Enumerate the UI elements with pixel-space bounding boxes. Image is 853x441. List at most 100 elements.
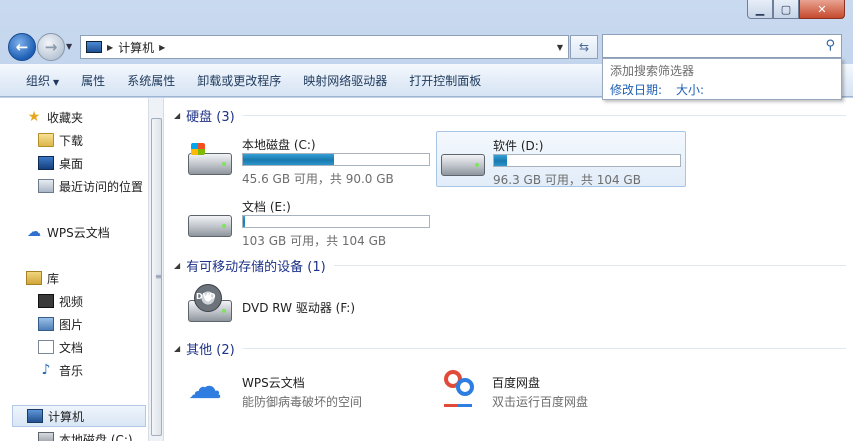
sidebar-item-computer[interactable]: 计算机: [12, 405, 146, 427]
group-hard-disks[interactable]: ◢ 硬盘 (3): [174, 106, 846, 125]
drive-space-info: 96.3 GB 可用，共 104 GB: [493, 173, 641, 187]
sidebar-item-label: WPS云文档: [47, 225, 110, 240]
recent-places-icon: [38, 179, 54, 193]
sidebar-item-libraries[interactable]: 库: [26, 267, 146, 289]
video-icon: [38, 294, 54, 308]
chevron-right-icon[interactable]: ▶: [159, 43, 165, 52]
sidebar-item-wps-cloud[interactable]: ☁ WPS云文档: [26, 221, 146, 243]
drive-usage-bar: [242, 153, 430, 166]
navigation-pane: ★ 收藏夹 下载 桌面 最近访问的位置 ☁ WPS云文档 库 视频 图片 文档 …: [0, 98, 148, 441]
star-icon: ★: [27, 109, 41, 125]
cloud-icon: ☁: [27, 224, 41, 240]
item-description: 双击运行百度网盘: [492, 395, 589, 409]
item-name: 百度网盘: [492, 376, 541, 390]
filter-size-link[interactable]: 大小:: [676, 80, 704, 100]
dvd-drive-icon: DVD: [188, 284, 232, 322]
disk-icon: [38, 432, 54, 441]
content-pane: ◢ 硬盘 (3) 本地磁盘 (C:) 45.6 GB 可用，共 90.0 GB …: [164, 98, 853, 441]
grip-icon: ≡: [155, 272, 162, 281]
document-icon: [38, 340, 54, 354]
sidebar-item-label: 视频: [59, 294, 84, 309]
sidebar-item-favorites[interactable]: ★ 收藏夹: [26, 106, 146, 128]
sidebar-item-desktop[interactable]: 桌面: [38, 152, 146, 174]
chevron-right-icon[interactable]: ▶: [107, 43, 113, 52]
collapse-triangle-icon[interactable]: ◢: [174, 261, 180, 270]
drive-name: 文档 (E:): [242, 200, 291, 214]
drive-d[interactable]: 软件 (D:) 96.3 GB 可用，共 104 GB: [436, 131, 686, 187]
drive-name: DVD RW 驱动器 (F:): [242, 301, 356, 315]
minimize-button[interactable]: ▁: [747, 0, 773, 19]
sidebar-item-pictures[interactable]: 图片: [38, 313, 146, 335]
dvd-icon-label: DVD: [196, 292, 216, 301]
window-controls: ▁ ▢ ✕: [747, 0, 845, 19]
system-properties-button[interactable]: 系统属性: [116, 72, 186, 89]
sidebar-item-videos[interactable]: 视频: [38, 290, 146, 312]
music-icon: ♪: [41, 362, 51, 378]
sidebar-item-label: 文档: [59, 340, 84, 355]
group-removable[interactable]: ◢ 有可移动存储的设备 (1): [174, 256, 846, 275]
map-drive-button[interactable]: 映射网络驱动器: [292, 72, 398, 89]
close-button[interactable]: ✕: [799, 0, 845, 19]
collapse-triangle-icon[interactable]: ◢: [174, 344, 180, 353]
drive-space-info: 45.6 GB 可用，共 90.0 GB: [242, 172, 394, 186]
search-filter-title: 添加搜索筛选器: [610, 64, 695, 78]
group-divider: [242, 115, 846, 116]
forward-arrow-icon[interactable]: →: [37, 33, 65, 61]
search-input[interactable]: ⚲: [602, 34, 842, 58]
item-baidu-netdisk[interactable]: 百度网盘 双击运行百度网盘: [436, 366, 686, 416]
item-description: 能防御病毒破坏的空间: [242, 395, 363, 409]
item-wps-cloud[interactable]: ☁ WPS云文档 能防御病毒破坏的空间: [178, 366, 436, 416]
picture-icon: [38, 317, 54, 331]
maximize-button[interactable]: ▢: [773, 0, 799, 19]
group-divider: [242, 348, 846, 349]
control-panel-button[interactable]: 打开控制面板: [398, 72, 492, 89]
sidebar-item-label: 最近访问的位置: [59, 179, 144, 194]
sidebar-item-local-disk[interactable]: 本地磁盘 (C:): [38, 428, 146, 441]
collapse-triangle-icon[interactable]: ◢: [174, 111, 180, 120]
group-title: 有可移动存储的设备 (1): [186, 260, 326, 275]
sidebar-item-recent[interactable]: 最近访问的位置: [38, 175, 146, 197]
scrollbar-thumb[interactable]: ≡: [151, 118, 162, 436]
sidebar-item-label: 库: [47, 271, 60, 286]
sidebar-item-documents[interactable]: 文档: [38, 336, 146, 358]
refresh-button[interactable]: ⇆: [570, 35, 598, 59]
computer-icon: [27, 409, 43, 423]
drive-e[interactable]: 文档 (E:) 103 GB 可用，共 104 GB: [178, 193, 436, 249]
sidebar-item-downloads[interactable]: 下载: [38, 129, 146, 151]
group-other[interactable]: ◢ 其他 (2): [174, 339, 846, 358]
sidebar-item-label: 桌面: [59, 156, 84, 171]
group-divider: [333, 265, 846, 266]
address-dropdown-icon[interactable]: ▼: [557, 43, 563, 52]
sidebar-item-music[interactable]: ♪ 音乐: [38, 359, 146, 381]
sidebar-item-label: 下载: [59, 133, 84, 148]
filter-date-link[interactable]: 修改日期:: [610, 80, 662, 100]
search-icon[interactable]: ⚲: [825, 38, 835, 53]
properties-button[interactable]: 属性: [70, 72, 116, 89]
uninstall-button[interactable]: 卸载或更改程序: [186, 72, 292, 89]
library-icon: [26, 271, 42, 285]
back-arrow-icon[interactable]: ←: [8, 33, 36, 61]
group-title: 其他 (2): [186, 343, 235, 358]
navigation-scrollbar[interactable]: ≡: [148, 98, 164, 441]
sidebar-item-label: 本地磁盘 (C:): [59, 432, 133, 441]
drive-space-info: 103 GB 可用，共 104 GB: [242, 234, 387, 248]
search-filter-popup: 添加搜索筛选器 修改日期: 大小:: [602, 58, 842, 100]
chevron-down-icon: ▼: [53, 77, 60, 87]
hard-disk-icon: [441, 146, 485, 176]
computer-icon: [86, 41, 102, 53]
organize-menu[interactable]: 组织 ▼: [0, 72, 70, 89]
drive-dvd[interactable]: DVD DVD RW 驱动器 (F:): [178, 278, 436, 334]
desktop-icon: [38, 156, 54, 170]
group-title: 硬盘 (3): [186, 110, 235, 125]
wps-cloud-icon: ☁: [188, 367, 222, 407]
breadcrumb-computer[interactable]: 计算机: [118, 39, 154, 56]
drive-usage-bar: [493, 154, 681, 167]
item-name: WPS云文档: [242, 376, 305, 390]
sidebar-item-label: 图片: [59, 317, 84, 332]
drive-usage-bar: [242, 215, 430, 228]
drive-name: 本地磁盘 (C:): [242, 138, 316, 152]
address-bar[interactable]: ▶ 计算机 ▶ ▼: [80, 35, 569, 59]
history-dropdown-icon[interactable]: ▼: [66, 42, 72, 51]
drive-c[interactable]: 本地磁盘 (C:) 45.6 GB 可用，共 90.0 GB: [178, 131, 436, 187]
baidu-netdisk-icon: [440, 368, 484, 407]
